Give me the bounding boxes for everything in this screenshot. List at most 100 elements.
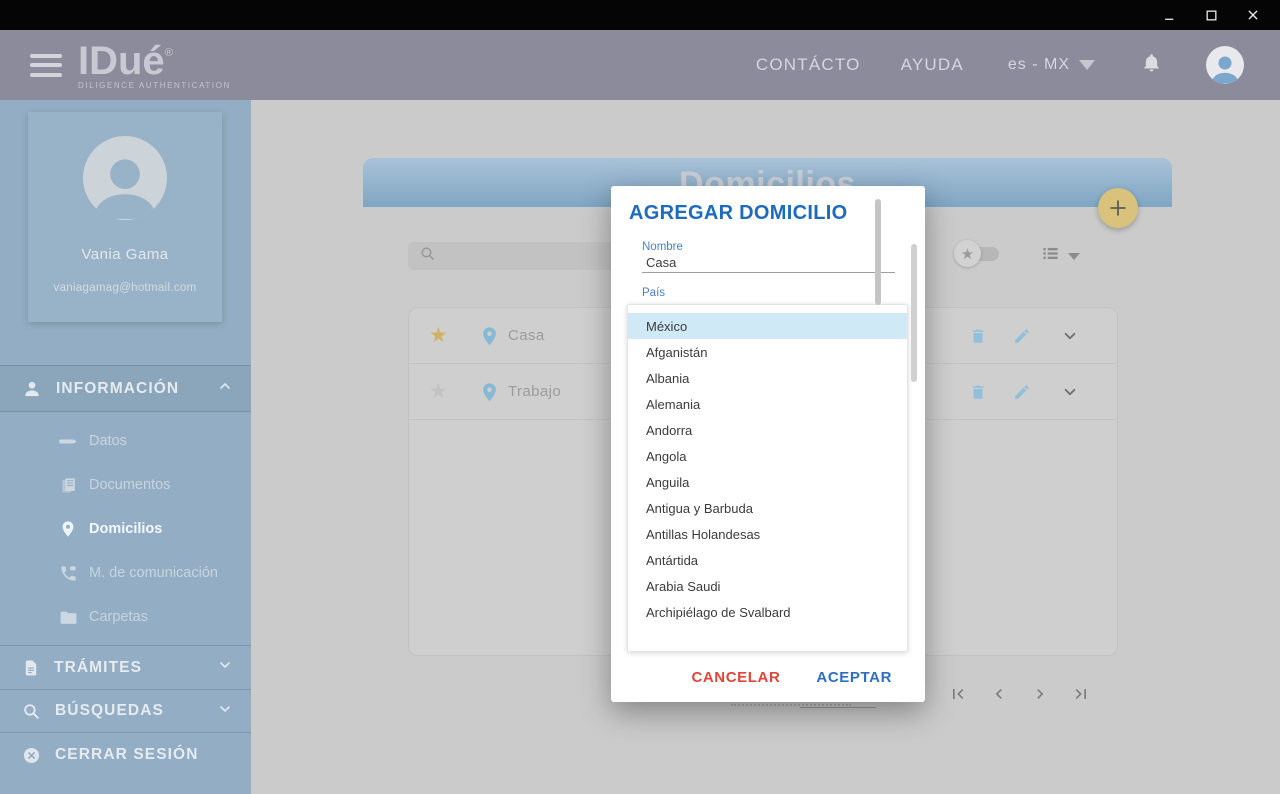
edit-icon[interactable] xyxy=(1013,383,1031,401)
sidebar-section-label: TRÁMITES xyxy=(54,658,143,676)
first-page-icon[interactable] xyxy=(948,684,968,704)
person-icon xyxy=(22,379,42,399)
country-option[interactable]: Albania xyxy=(628,365,907,391)
user-avatar[interactable] xyxy=(1206,46,1244,84)
country-name: Arabia Saudi xyxy=(646,578,721,594)
sidebar-item-domicilios[interactable]: Domicilios xyxy=(0,507,251,551)
country-option[interactable]: Antillas Holandesas xyxy=(628,521,907,547)
sidebar-section-label: INFORMACIÓN xyxy=(56,379,180,397)
dialog-scrollbar[interactable] xyxy=(911,244,917,382)
pais-label: País xyxy=(642,287,666,299)
next-page-icon[interactable] xyxy=(1030,684,1050,704)
pin-icon xyxy=(58,520,78,538)
favorite-star-icon[interactable]: ★ xyxy=(429,323,453,348)
documents-icon xyxy=(58,476,78,495)
previous-page-icon[interactable] xyxy=(989,684,1009,704)
country-option[interactable]: Andorra xyxy=(628,417,907,443)
favorite-star-icon[interactable]: ★ xyxy=(429,379,453,404)
edit-icon[interactable] xyxy=(1013,327,1031,345)
country-name: Antillas Holandesas xyxy=(646,526,761,542)
expand-chevron-icon[interactable] xyxy=(1061,383,1079,401)
country-name: Antártida xyxy=(646,552,699,568)
country-option[interactable]: Arabia Saudi xyxy=(628,573,907,599)
card-icon xyxy=(58,432,78,451)
sidebar-section-informacion[interactable]: INFORMACIÓN xyxy=(0,365,251,412)
add-address-dialog: AGREGAR DOMICILIO Nombre Casa País Méxic… xyxy=(611,186,925,702)
sidebar: Vania Gama vaniagamag@hotmail.com INFORM… xyxy=(0,100,251,794)
logo-title: IDué xyxy=(78,38,165,83)
country-name: Antigua y Barbuda xyxy=(646,500,753,516)
sidebar-section-label: CERRAR SESIÓN xyxy=(55,746,199,763)
sidebar-item-carpetas[interactable]: Carpetas xyxy=(0,595,251,639)
sidebar-logout[interactable]: CERRAR SESIÓN xyxy=(0,733,251,777)
country-option[interactable]: Antártida xyxy=(628,547,907,573)
user-card: Vania Gama vaniagamag@hotmail.com xyxy=(28,112,222,322)
paginator xyxy=(948,684,1091,704)
list-view-icon xyxy=(1041,244,1060,268)
maximize-icon[interactable] xyxy=(1194,2,1228,28)
nav-contact-link[interactable]: CONTÁCTO xyxy=(756,55,861,75)
document-icon xyxy=(22,659,40,677)
nombre-label: Nombre xyxy=(642,241,683,253)
country-listbox: México Afganistán Albania Alemania Andor… xyxy=(627,304,908,652)
phone-icon xyxy=(58,564,78,583)
user-name: Vania Gama xyxy=(81,246,169,263)
expand-chevron-icon[interactable] xyxy=(1061,327,1079,345)
location-pin-icon xyxy=(481,326,498,346)
delete-icon[interactable] xyxy=(969,383,987,401)
country-option[interactable]: Archipiélago de Svalbard xyxy=(628,599,907,625)
nav-help-link[interactable]: AYUDA xyxy=(901,55,964,75)
chevron-down-icon xyxy=(1079,60,1095,70)
sidebar-item-label: Domicilios xyxy=(89,521,163,537)
folder-icon xyxy=(58,608,78,627)
country-name: México xyxy=(646,318,688,334)
logo-subtitle: DILIGENCE AUTHENTICATION xyxy=(78,80,231,90)
menu-icon[interactable] xyxy=(30,53,62,77)
list-scrollbar[interactable] xyxy=(875,199,881,305)
language-selector[interactable]: es - MX xyxy=(1008,56,1095,74)
country-name: Alemania xyxy=(646,396,701,412)
close-icon[interactable] xyxy=(1236,2,1270,28)
user-card-avatar xyxy=(83,136,167,220)
add-address-button[interactable] xyxy=(1098,188,1138,228)
user-email: vaniagamag@hotmail.com xyxy=(53,282,197,294)
search-icon xyxy=(419,245,436,267)
country-option[interactable]: Alemania xyxy=(628,391,907,417)
sidebar-submenu: Datos Documentos Domicilios M. de comuni… xyxy=(0,419,251,639)
registered-mark: ® xyxy=(164,46,173,59)
search-icon xyxy=(22,702,41,721)
favorites-filter-toggle[interactable]: ★ xyxy=(954,240,999,267)
view-options-dropdown[interactable] xyxy=(1041,244,1080,268)
notifications-bell-icon[interactable] xyxy=(1141,52,1162,78)
delete-icon[interactable] xyxy=(969,327,987,345)
chevron-down-icon xyxy=(1068,252,1080,260)
sidebar-item-documentos[interactable]: Documentos xyxy=(0,463,251,507)
nombre-input-underline xyxy=(642,257,895,273)
country-option[interactable]: Antigua y Barbuda xyxy=(628,495,907,521)
country-option[interactable]: México xyxy=(628,313,907,339)
cancel-button[interactable]: CANCELAR xyxy=(691,669,780,686)
country-name: Afganistán xyxy=(646,344,708,360)
sidebar-item-label: M. de comunicación xyxy=(89,565,218,581)
sidebar-section-busquedas[interactable]: BÚSQUEDAS xyxy=(0,689,251,733)
minimize-icon[interactable] xyxy=(1152,2,1186,28)
country-name: Angola xyxy=(646,448,687,464)
star-icon: ★ xyxy=(954,240,981,267)
country-option[interactable]: Anguila xyxy=(628,469,907,495)
sidebar-item-datos[interactable]: Datos xyxy=(0,419,251,463)
last-page-icon[interactable] xyxy=(1071,684,1091,704)
sidebar-section-label: BÚSQUEDAS xyxy=(55,702,164,719)
close-circle-icon xyxy=(22,746,41,765)
sidebar-section-tramites[interactable]: TRÁMITES xyxy=(0,645,251,689)
location-pin-icon xyxy=(481,382,498,402)
sidebar-item-label: Carpetas xyxy=(89,609,148,625)
top-navbar: IDué® DILIGENCE AUTHENTICATION CONTÁCTO … xyxy=(0,30,1280,100)
sidebar-item-medios-comunicacion[interactable]: M. de comunicación xyxy=(0,551,251,595)
chevron-down-icon xyxy=(217,701,233,722)
country-option[interactable]: Angola xyxy=(628,443,907,469)
app-window: IDué® DILIGENCE AUTHENTICATION CONTÁCTO … xyxy=(0,0,1280,794)
country-option[interactable]: Afganistán xyxy=(628,339,907,365)
language-value: es - MX xyxy=(1007,56,1070,73)
dialog-title: AGREGAR DOMICILIO xyxy=(629,202,848,224)
accept-button[interactable]: ACEPTAR xyxy=(816,669,892,686)
